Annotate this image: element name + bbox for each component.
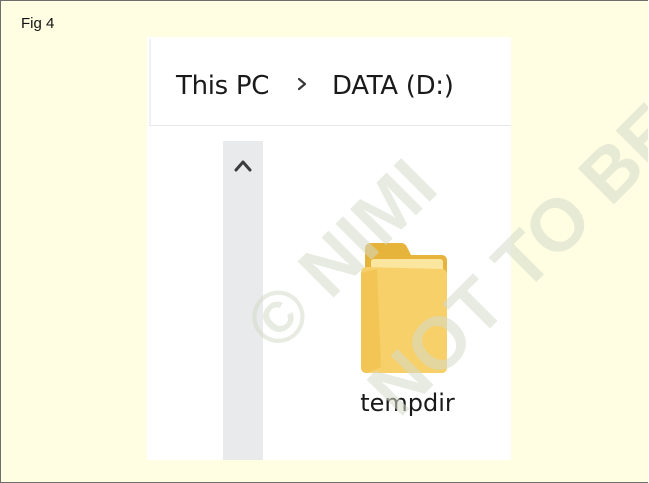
breadcrumb-data-drive[interactable]: DATA (D:) — [332, 71, 454, 101]
folder-name-label: tempdir — [360, 389, 455, 417]
figure-label: Fig 4 — [21, 15, 55, 32]
chevron-up-icon[interactable] — [231, 155, 255, 177]
breadcrumb-this-pc[interactable]: This PC — [176, 71, 269, 101]
folder-item-tempdir[interactable]: tempdir — [345, 235, 475, 435]
folder-icon — [361, 243, 447, 373]
vertical-scrollbar[interactable] — [223, 141, 263, 460]
file-explorer-window: This PC DATA (D:) tempdir — [147, 37, 511, 460]
chevron-right-icon[interactable] — [295, 77, 309, 91]
figure-panel: Fig 4 This PC DATA (D:) tempdir © NIMI N… — [0, 0, 648, 483]
address-bar[interactable]: This PC DATA (D:) — [149, 39, 511, 126]
